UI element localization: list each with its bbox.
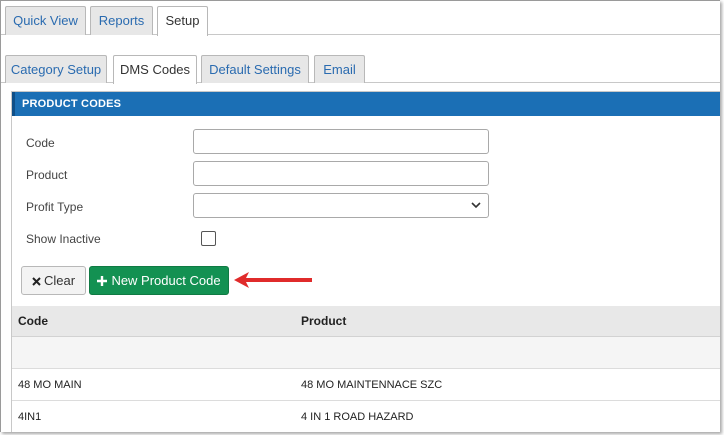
plus-icon xyxy=(97,276,108,286)
tab-quick-view[interactable]: Quick View xyxy=(5,6,86,35)
new-product-code-button[interactable]: New Product Code xyxy=(89,266,229,295)
sub-tab-bar: Category Setup DMS Codes Default Setting… xyxy=(1,55,720,84)
product-cell: 4 IN 1 ROAD HAZARD xyxy=(301,411,414,423)
code-cell: 48 MO MAIN xyxy=(18,379,82,391)
tab-reports[interactable]: Reports xyxy=(90,6,153,35)
code-column-header[interactable]: Code xyxy=(18,306,48,337)
tab-default-settings[interactable]: Default Settings xyxy=(201,55,309,83)
product-codes-table: Code Product 48 MO MAIN 48 MO MAINTENNAC… xyxy=(12,306,720,432)
show-inactive-checkbox[interactable] xyxy=(201,231,216,246)
clear-button-label: Clear xyxy=(43,273,76,288)
top-tab-bar: Quick View Reports Setup xyxy=(1,1,720,36)
profit-type-label: Profit Type xyxy=(26,200,84,214)
chevron-down-icon xyxy=(471,202,481,209)
code-label: Code xyxy=(26,136,55,150)
product-codes-panel: PRODUCT CODES Code Product Profit Type S… xyxy=(11,91,720,432)
code-input[interactable] xyxy=(193,129,489,154)
product-input[interactable] xyxy=(193,161,489,186)
table-row[interactable]: 48 MO MAIN 48 MO MAINTENNACE SZC xyxy=(12,369,720,401)
profit-type-select[interactable] xyxy=(193,193,489,218)
table-row[interactable]: 4IN1 4 IN 1 ROAD HAZARD xyxy=(12,401,720,432)
new-product-code-label: New Product Code xyxy=(111,273,221,288)
code-cell: 4IN1 xyxy=(18,411,42,423)
tab-email[interactable]: Email xyxy=(314,55,365,83)
tab-dms-codes[interactable]: DMS Codes xyxy=(113,55,197,84)
show-inactive-label: Show Inactive xyxy=(26,232,101,246)
table-row[interactable] xyxy=(12,337,720,369)
clear-button[interactable]: Clear xyxy=(21,266,86,295)
product-column-header[interactable]: Product xyxy=(301,306,346,337)
product-label: Product xyxy=(26,168,68,182)
app-frame: Quick View Reports Setup Category Setup … xyxy=(0,0,720,432)
tab-setup[interactable]: Setup xyxy=(157,6,208,36)
arrow-left-icon xyxy=(234,272,312,288)
product-cell: 48 MO MAINTENNACE SZC xyxy=(301,379,443,391)
times-icon xyxy=(32,277,41,286)
table-header-row: Code Product xyxy=(12,306,720,337)
panel-title: PRODUCT CODES xyxy=(12,92,720,116)
tab-category-setup[interactable]: Category Setup xyxy=(5,55,107,83)
